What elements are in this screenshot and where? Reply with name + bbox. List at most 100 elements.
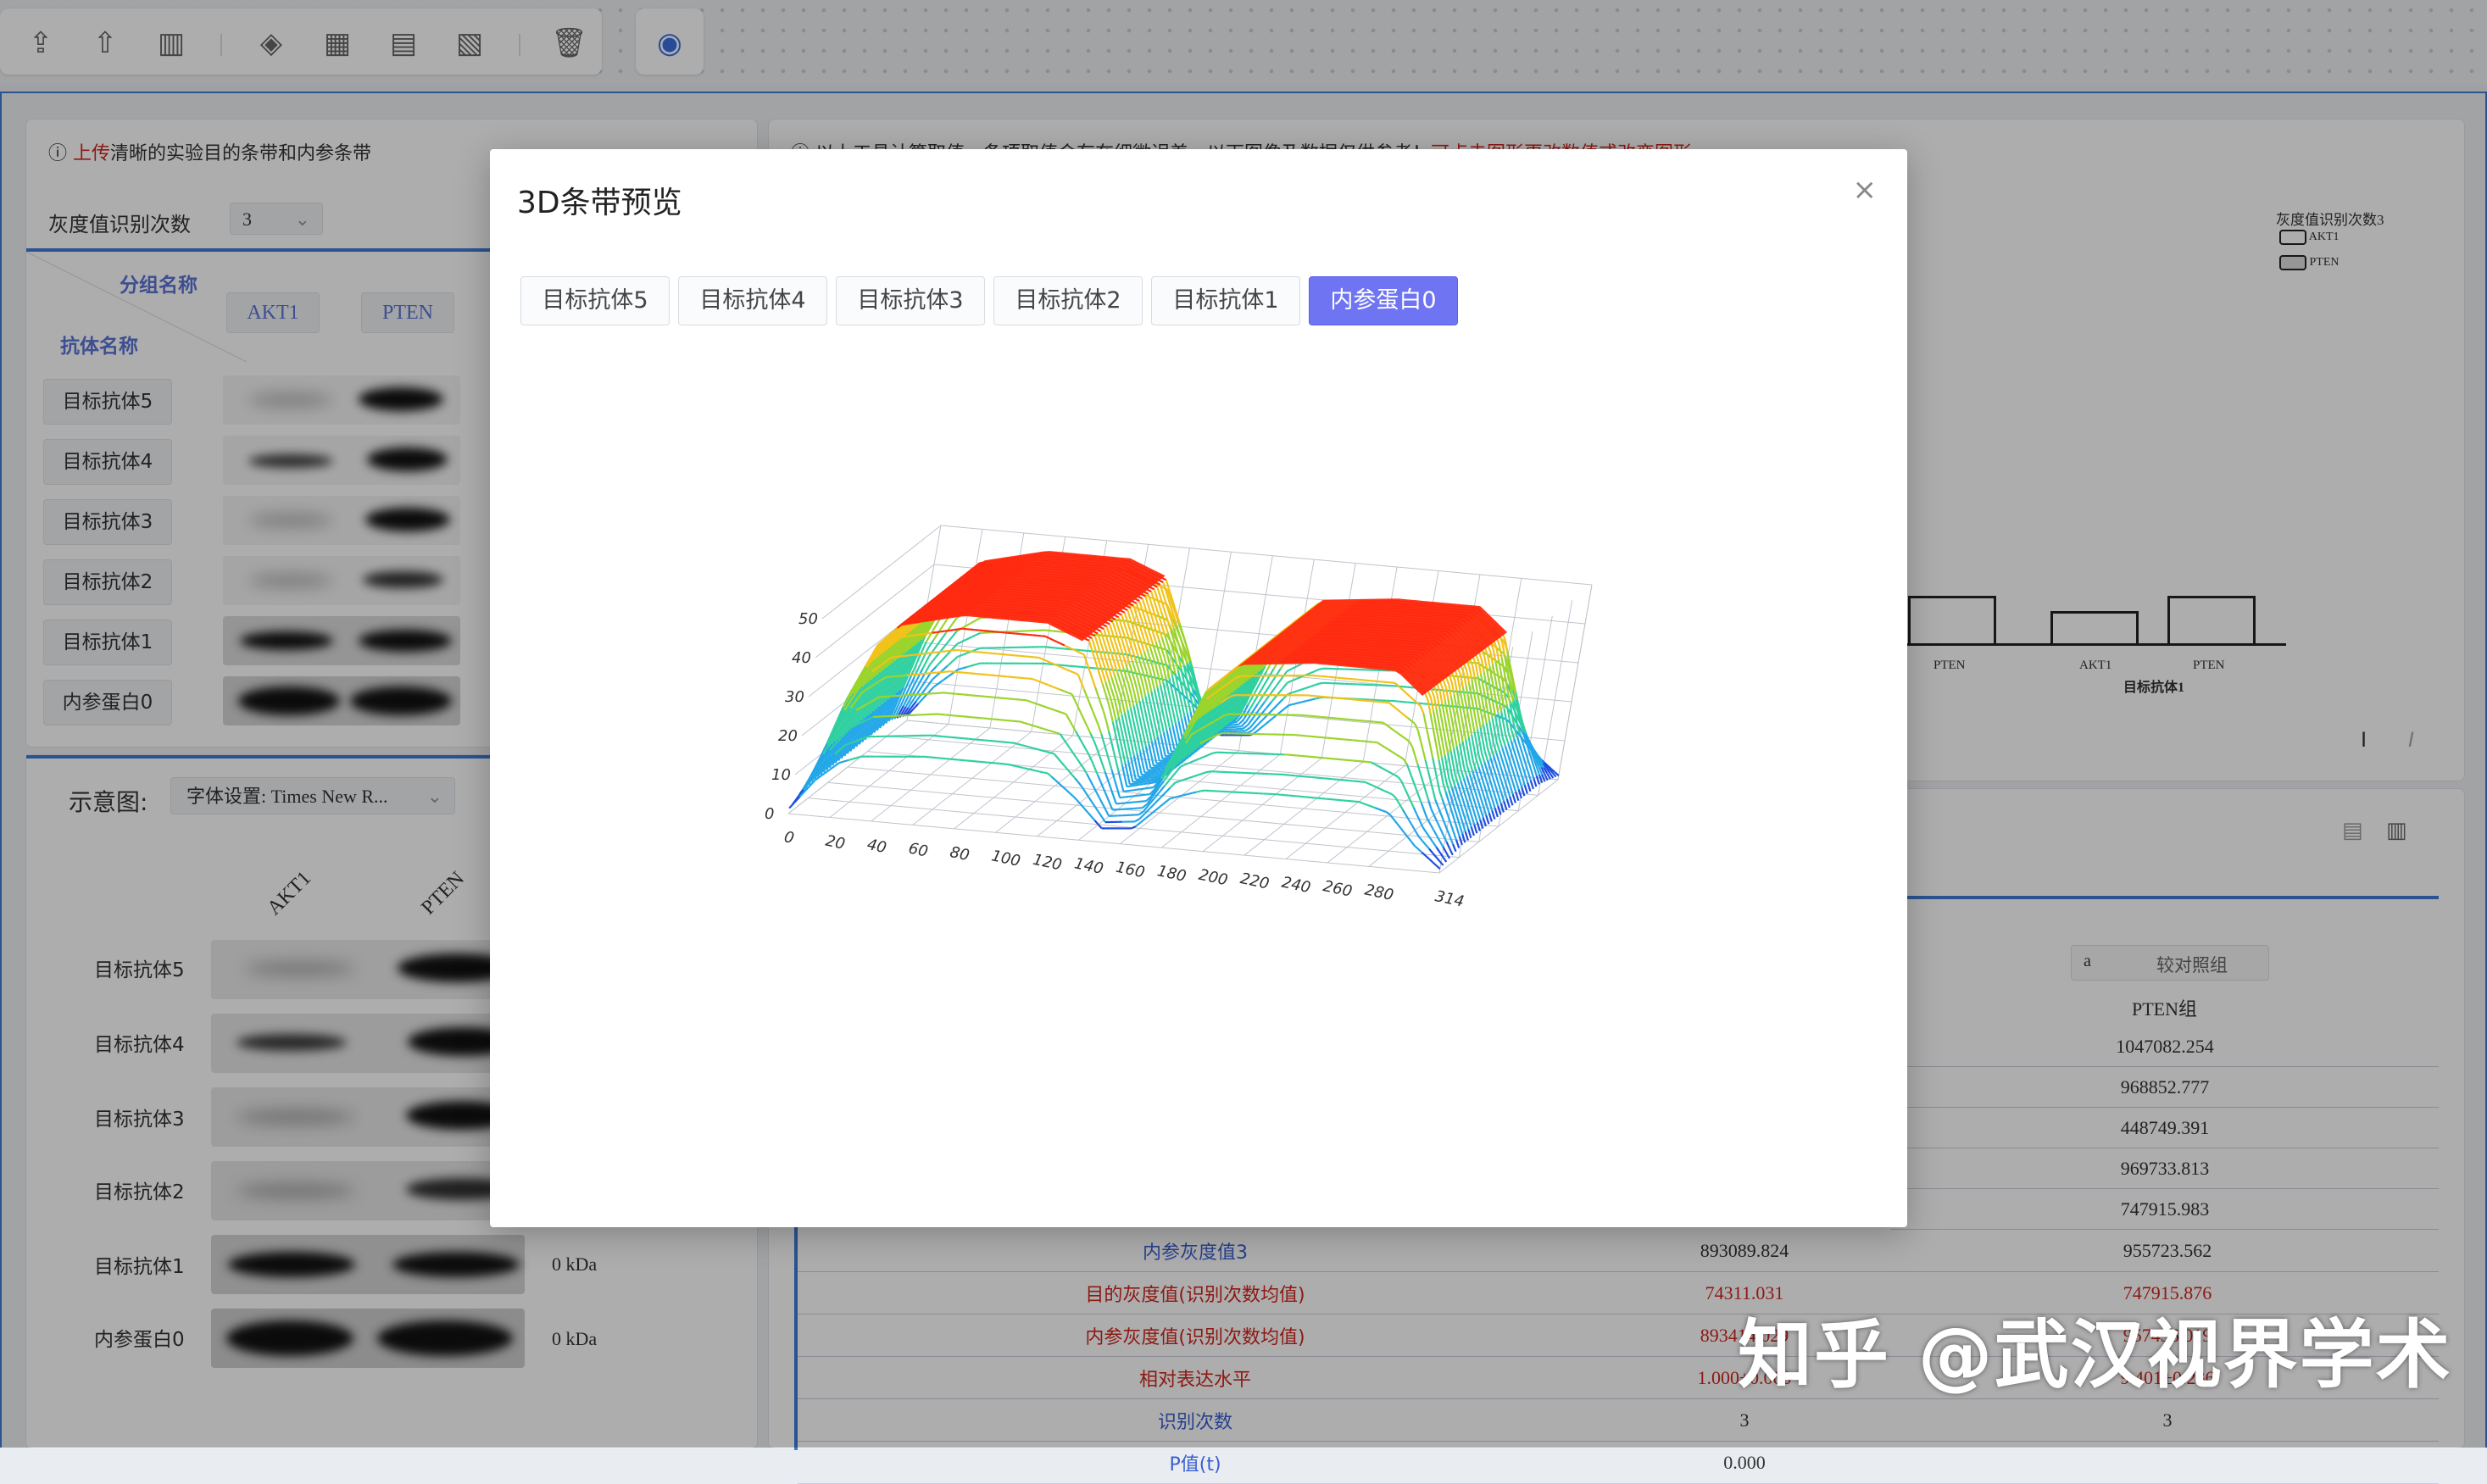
surface-segment — [1145, 597, 1148, 605]
surface-segment — [1132, 683, 1134, 692]
surface-segment — [1508, 743, 1511, 752]
surface-segment — [1465, 753, 1467, 765]
surface-segment — [1268, 669, 1274, 679]
surface-segment — [1499, 659, 1501, 671]
surface-segment — [1511, 764, 1513, 772]
surface-segment — [1464, 779, 1466, 787]
surface-segment — [1112, 666, 1115, 675]
surface-segment — [1156, 769, 1160, 770]
surface-segment — [962, 640, 966, 642]
surface-segment — [1151, 755, 1154, 766]
surface-segment — [1177, 636, 1179, 645]
surface-segment — [1507, 788, 1510, 797]
surface-segment — [1482, 775, 1484, 784]
surface-segment — [957, 642, 961, 644]
surface-segment — [1492, 810, 1494, 819]
surface-segment — [1310, 685, 1315, 686]
surface-segment — [1135, 730, 1138, 741]
surface-segment — [1175, 686, 1177, 698]
surface-segment — [1135, 659, 1138, 667]
surface-segment — [1140, 778, 1144, 779]
surface-segment — [1178, 721, 1181, 732]
surface-segment — [1483, 796, 1486, 804]
surface-segment — [1507, 777, 1510, 786]
surface-segment — [1154, 703, 1156, 714]
surface-segment — [962, 653, 966, 655]
surface-segment — [1446, 727, 1449, 739]
surface-segment — [1123, 690, 1126, 699]
surface-segment — [1469, 796, 1472, 804]
surface-segment — [1319, 669, 1323, 670]
surface-segment — [1112, 644, 1115, 653]
surface-segment — [1469, 818, 1472, 826]
surface-segment — [1495, 809, 1498, 817]
surface-segment — [1523, 743, 1526, 752]
surface-segment — [938, 680, 943, 683]
surface-segment — [1136, 779, 1140, 780]
surface-segment — [1160, 585, 1163, 593]
surface-segment — [1129, 734, 1132, 745]
surface-segment — [1440, 681, 1443, 689]
surface-segment — [1264, 721, 1269, 725]
surface-segment — [1121, 615, 1124, 624]
surface-segment — [1271, 696, 1277, 703]
surface-segment — [1488, 709, 1490, 720]
surface-segment — [1158, 764, 1162, 765]
surface-segment — [1143, 749, 1145, 760]
surface-segment — [1123, 668, 1126, 676]
surface-segment — [1279, 709, 1284, 714]
surface-segment — [1468, 751, 1471, 763]
surface-segment — [1145, 709, 1148, 720]
surface-segment — [1273, 704, 1278, 709]
surface-segment — [1496, 753, 1499, 761]
surface-segment — [1472, 793, 1475, 802]
surface-segment — [1493, 788, 1495, 797]
surface-segment — [1495, 662, 1498, 674]
surface-segment — [1169, 691, 1171, 702]
surface-segment — [937, 660, 942, 666]
surface-segment — [1139, 764, 1142, 775]
surface-segment — [1127, 736, 1129, 748]
surface-segment — [1458, 678, 1460, 690]
surface-segment — [1482, 714, 1484, 725]
surface-segment — [1124, 635, 1127, 643]
surface-segment — [1164, 670, 1166, 681]
surface-segment — [1475, 803, 1477, 811]
surface-segment — [1153, 666, 1155, 675]
surface-segment — [1453, 763, 1455, 775]
surface-segment — [1156, 620, 1159, 629]
surface-segment — [1107, 626, 1110, 635]
surface-segment — [1117, 672, 1120, 681]
surface-segment — [1500, 671, 1503, 683]
surface-segment — [1173, 713, 1176, 724]
surface-segment — [1519, 779, 1522, 787]
surface-segment — [934, 642, 940, 649]
surface-segment — [1508, 692, 1511, 704]
surface-segment — [1470, 709, 1472, 720]
surface-segment — [1447, 713, 1449, 725]
surface-segment — [929, 686, 934, 692]
surface-segment — [1138, 690, 1140, 701]
surface-segment — [1501, 792, 1504, 801]
surface-segment — [1143, 598, 1145, 607]
surface-segment — [1292, 679, 1296, 681]
surface-segment — [1149, 777, 1153, 778]
surface-segment — [1176, 723, 1178, 734]
surface-segment — [1177, 710, 1179, 721]
surface-segment — [1490, 780, 1493, 788]
surface-segment — [1296, 664, 1300, 667]
surface-segment — [1522, 754, 1525, 763]
surface-segment — [939, 623, 945, 631]
surface-segment — [1116, 642, 1118, 650]
surface-segment — [1129, 663, 1132, 671]
surface-segment — [1458, 668, 1460, 675]
surface-segment — [1118, 613, 1122, 614]
surface-segment — [1255, 714, 1260, 721]
surface-segment — [1263, 686, 1269, 695]
surface-segment — [1507, 799, 1510, 808]
surface-segment — [1183, 679, 1186, 690]
surface-segment — [1151, 592, 1154, 600]
surface-segment — [1126, 676, 1128, 685]
surface-segment — [1520, 734, 1522, 742]
3d-band-surface-plot[interactable]: 0204060801001201401601802002202402602803… — [490, 149, 1907, 1227]
